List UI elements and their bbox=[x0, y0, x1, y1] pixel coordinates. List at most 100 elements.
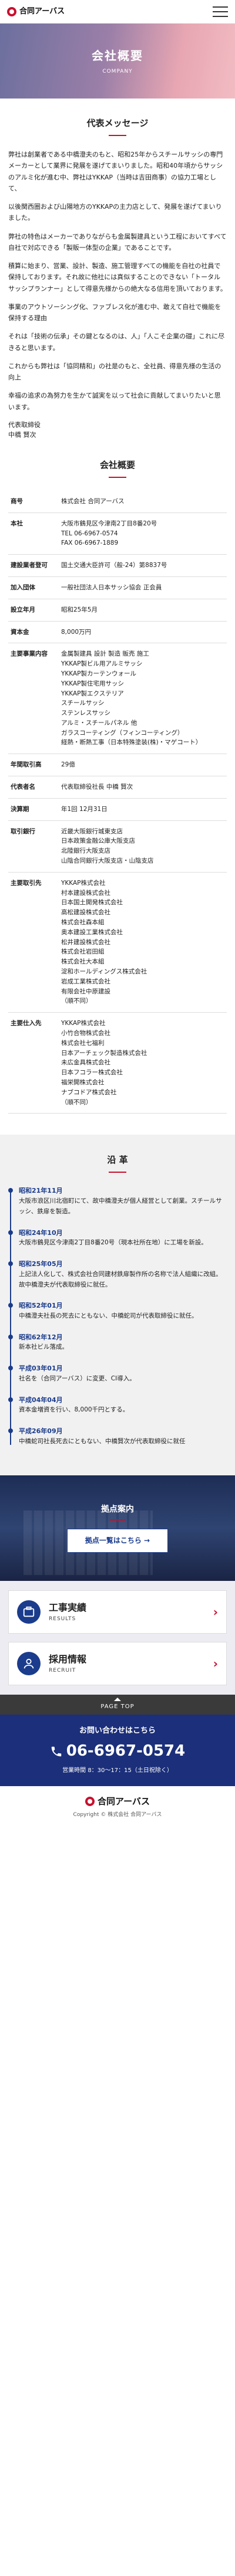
profile-value-line: 昭和25年5月 bbox=[61, 606, 98, 613]
profile-value-line: 淀和ホールディングス株式会社 bbox=[61, 968, 147, 976]
history-text: 大阪市鶴見区今津南2丁目8番20号（現本社所在地）に工場を新設。 bbox=[19, 1239, 207, 1247]
profile-value-line: アルミ・スチールパネル 他 bbox=[61, 719, 137, 727]
profile-value-line: YKKAP製住宅用サッシ bbox=[61, 680, 125, 687]
profile-table: 商号 株式会社 合同アーバス 本社 大阪市鶴見区今津南2丁目8番20号 TEL 06-6… bbox=[8, 490, 227, 1114]
profile-row: 設立年月 昭和25年5月 bbox=[8, 599, 227, 622]
profile-value-line: 未広金具株式会社 bbox=[61, 1059, 110, 1067]
message-paragraph: 事業のアウトソーシング化、ファブレス化が進む中、敢えて自社で機能を保持する理由 bbox=[8, 303, 221, 322]
profile-value-line: YKKAP製カーテンウォール bbox=[61, 670, 137, 677]
profile-row: 資本金 8,000万円 bbox=[8, 621, 227, 644]
contact-phone-link[interactable]: 06-6967-0574 bbox=[6, 1739, 229, 1764]
company-profile-section: 会社概要 商号 株式会社 合同アーバス 本社 大阪市鶴見区今津南2丁目8番20号 TEL… bbox=[0, 458, 235, 1114]
history-timeline: 昭和21年11月大阪市浪区川北宿町にて、故中橋澄夫が個人経営として創業。スチール… bbox=[8, 1186, 227, 1447]
profile-value-line: 大阪市鶴見区今津南2丁目8番20号 bbox=[61, 520, 157, 527]
history-item: 平成03年01月 社名を（合同アーバス）に変更、CI導入。 bbox=[8, 1363, 227, 1384]
business-hours: 営業時間 8：30～17：15（土日祝除く） bbox=[62, 1767, 173, 1774]
history-date: 昭和21年11月 bbox=[19, 1187, 63, 1195]
logo-text: 合同アーバス bbox=[19, 6, 65, 16]
profile-row: 本社 大阪市鶴見区今津南2丁目8番20号 TEL 06-6967-0574 FAX 0… bbox=[8, 513, 227, 555]
history-text: 上記法人化して、株式会社合同建材鉄扉製作所の名称で法人組織に改組。故中橋澄夫が代… bbox=[19, 1270, 222, 1288]
profile-label: 本社 bbox=[8, 513, 59, 555]
profile-value-line: YKKAP製ビル用アルミサッシ bbox=[61, 660, 143, 668]
profile-value-line: ガラスコーティング（フィンコーティング） bbox=[61, 729, 184, 737]
profile-label: 商号 bbox=[8, 490, 59, 513]
ceo-message-section: 代表メッセージ 弊社は創業者である中橋澄夫のもと、昭和25年からスチールサッシの… bbox=[0, 116, 235, 440]
history-item: 昭和62年12月 新本社ビル落成。 bbox=[8, 1332, 227, 1353]
chevron-right-icon: › bbox=[213, 1604, 218, 1619]
message-paragraph: 幸福の追求の為努力を生かて誠実を以って社会に貢献してまいりたいと思います。 bbox=[8, 392, 221, 411]
history-section: 沿 革 昭和21年11月大阪市浪区川北宿町にて、故中橋澄夫が個人経営として創業。… bbox=[0, 1135, 235, 1475]
history-title: 沿 革 bbox=[0, 1153, 235, 1173]
history-item: 昭和25年05月上記法人化して、株式会社合同建材鉄扉製作所の名称で法人組織に改組… bbox=[8, 1259, 227, 1290]
profile-value: YKKAP株式会社 小竹合物株式会社 株式会社七福利 日本アーチェック製造株式会社 未広… bbox=[59, 1012, 227, 1114]
profile-value: 国土交通大臣許可（般-24）第8837号 bbox=[59, 554, 227, 577]
profile-value-line: 奥本建設工業株式会社 bbox=[61, 928, 123, 936]
history-text: 大阪市浪区川北宿町にて、故中橋澄夫が個人経営として創業。スチールサッシ、鉄扉を製… bbox=[19, 1197, 222, 1215]
profile-value-line: 近畿大阪銀行城東支店 bbox=[61, 827, 123, 835]
profile-value: 昭和25年5月 bbox=[59, 599, 227, 622]
signature-role: 代表取締役 bbox=[8, 420, 41, 429]
profile-value-line: 高松建設株式会社 bbox=[61, 909, 110, 917]
history-date: 昭和52年01月 bbox=[19, 1302, 63, 1310]
hamburger-menu-icon[interactable] bbox=[213, 6, 228, 17]
history-date: 昭和25年05月 bbox=[19, 1260, 63, 1268]
link-cards: 工事実績 RESULTS › 採用情報 RECRUIT › bbox=[0, 1580, 235, 1695]
card-subtitle: RESULTS bbox=[49, 1616, 76, 1623]
contact-phone-number: 06-6967-0574 bbox=[66, 1742, 186, 1760]
profile-value-line: 株式会社岩田組 bbox=[61, 948, 105, 956]
profile-value-line: 有限会社中原建設 bbox=[61, 987, 110, 995]
profile-value-line: 代表取締役社長 中橋 賢次 bbox=[61, 783, 133, 791]
bases-title: 拠点案内 bbox=[101, 1503, 134, 1521]
recruit-card[interactable]: 採用情報 RECRUIT › bbox=[8, 1641, 227, 1685]
profile-row: 主要取引先 YKKAP株式会社 村本建設株式会社 日本国土開発株式会社 高松建設株式会社… bbox=[8, 872, 227, 1013]
history-date: 平成03年01月 bbox=[19, 1365, 63, 1373]
profile-value-line: 日本アーチェック製造株式会社 bbox=[61, 1049, 147, 1057]
profile-value-line: YKKAP株式会社 bbox=[61, 1020, 106, 1027]
profile-value-line: 8,000万円 bbox=[61, 628, 92, 636]
chevron-right-icon: › bbox=[213, 1656, 218, 1671]
profile-value-line: 金属製建具 設計 製造 販売 施工 bbox=[61, 650, 149, 658]
profile-label: 建設業者登可 bbox=[8, 554, 59, 577]
arrow-up-icon bbox=[114, 1697, 121, 1701]
history-item: 平成04年04月 資本金増資を行い、8,000千円とする。 bbox=[8, 1395, 227, 1416]
card-subtitle: RECRUIT bbox=[49, 1668, 76, 1674]
bases-list-button[interactable]: 拠点一覧はこちら → bbox=[66, 1529, 169, 1553]
profile-value: 一般社団法人日本サッシ協会 正会員 bbox=[59, 576, 227, 599]
profile-value-line: 岩成工業株式会社 bbox=[61, 978, 110, 985]
profile-row: 取引銀行 近畿大阪銀行城東支店 日本政策金融公庫大阪支店 北陸銀行大阪支店 山陰合同銀行… bbox=[8, 820, 227, 873]
profile-value: 株式会社 合同アーバス bbox=[59, 490, 227, 513]
page-hero: 会社概要 COMPANY bbox=[0, 23, 235, 99]
history-item: 昭和52年01月中橋澄夫社長の死去にともない、中橋蛇司が代表取締役に就任。 bbox=[8, 1301, 227, 1321]
results-card[interactable]: 工事実績 RESULTS › bbox=[8, 1590, 227, 1634]
profile-value-line: 株式会社大本組 bbox=[61, 958, 105, 966]
message-paragraph: 以後関西圏および山陽地方のYKKAPの主力店として、発展を遂げてまいりました。 bbox=[8, 203, 222, 222]
footer-logo[interactable]: 合同アーバス bbox=[0, 1794, 235, 1808]
site-logo[interactable]: 合同アーバス bbox=[7, 6, 65, 18]
page-title: 会社概要 bbox=[92, 48, 143, 63]
history-item: 昭和24年10月大阪市鶴見区今津南2丁目8番20号（現本社所在地）に工場を新設。 bbox=[8, 1228, 227, 1248]
history-date: 平成26年09月 bbox=[19, 1427, 63, 1435]
profile-label: 代表者名 bbox=[8, 776, 59, 799]
logo-mark-icon bbox=[85, 1796, 95, 1806]
phone-icon bbox=[51, 1746, 61, 1757]
message-signature: 代表取締役 中橋 賢次 bbox=[8, 420, 227, 440]
profile-value-line: ナブコドア株式会社 bbox=[61, 1088, 117, 1096]
history-date: 昭和62年12月 bbox=[19, 1333, 63, 1341]
profile-value-line: FAX 06-6967-1889 bbox=[61, 539, 119, 547]
profile-row: 商号 株式会社 合同アーバス bbox=[8, 490, 227, 513]
profile-row: 主要仕入先 YKKAP株式会社 小竹合物株式会社 株式会社七福利 日本アーチェック製造株… bbox=[8, 1012, 227, 1114]
profile-label: 取引銀行 bbox=[8, 820, 59, 873]
profile-value-line: 国土交通大臣許可（般-24）第8837号 bbox=[61, 562, 167, 569]
profile-row: 年間取引高 29億 bbox=[8, 754, 227, 777]
history-date: 平成04年04月 bbox=[19, 1396, 63, 1404]
message-paragraph: それは「技術の伝承」その鍵となるのは、人」「人こそ企業の礎」これに尽きると思いま… bbox=[8, 332, 225, 352]
profile-value-line: 村本建設株式会社 bbox=[61, 889, 110, 897]
footer-logo-text: 合同アーバス bbox=[98, 1796, 150, 1807]
history-date: 昭和24年10月 bbox=[19, 1228, 63, 1237]
history-text: 中橋澄夫社長の死去にともない、中橋蛇司が代表取締役に就任。 bbox=[19, 1312, 198, 1319]
page-top-button[interactable]: PAGE TOP bbox=[0, 1694, 235, 1715]
profile-value-line: （順不同） bbox=[61, 1098, 92, 1106]
message-paragraph: 積算に始まり、営業、設計、製造、施工管理すべての機能を自社の社員で保持しておりま… bbox=[8, 262, 227, 293]
profile-label: 決算期 bbox=[8, 798, 59, 821]
profile-value-line: YKKAP製エクステリア bbox=[61, 690, 124, 697]
